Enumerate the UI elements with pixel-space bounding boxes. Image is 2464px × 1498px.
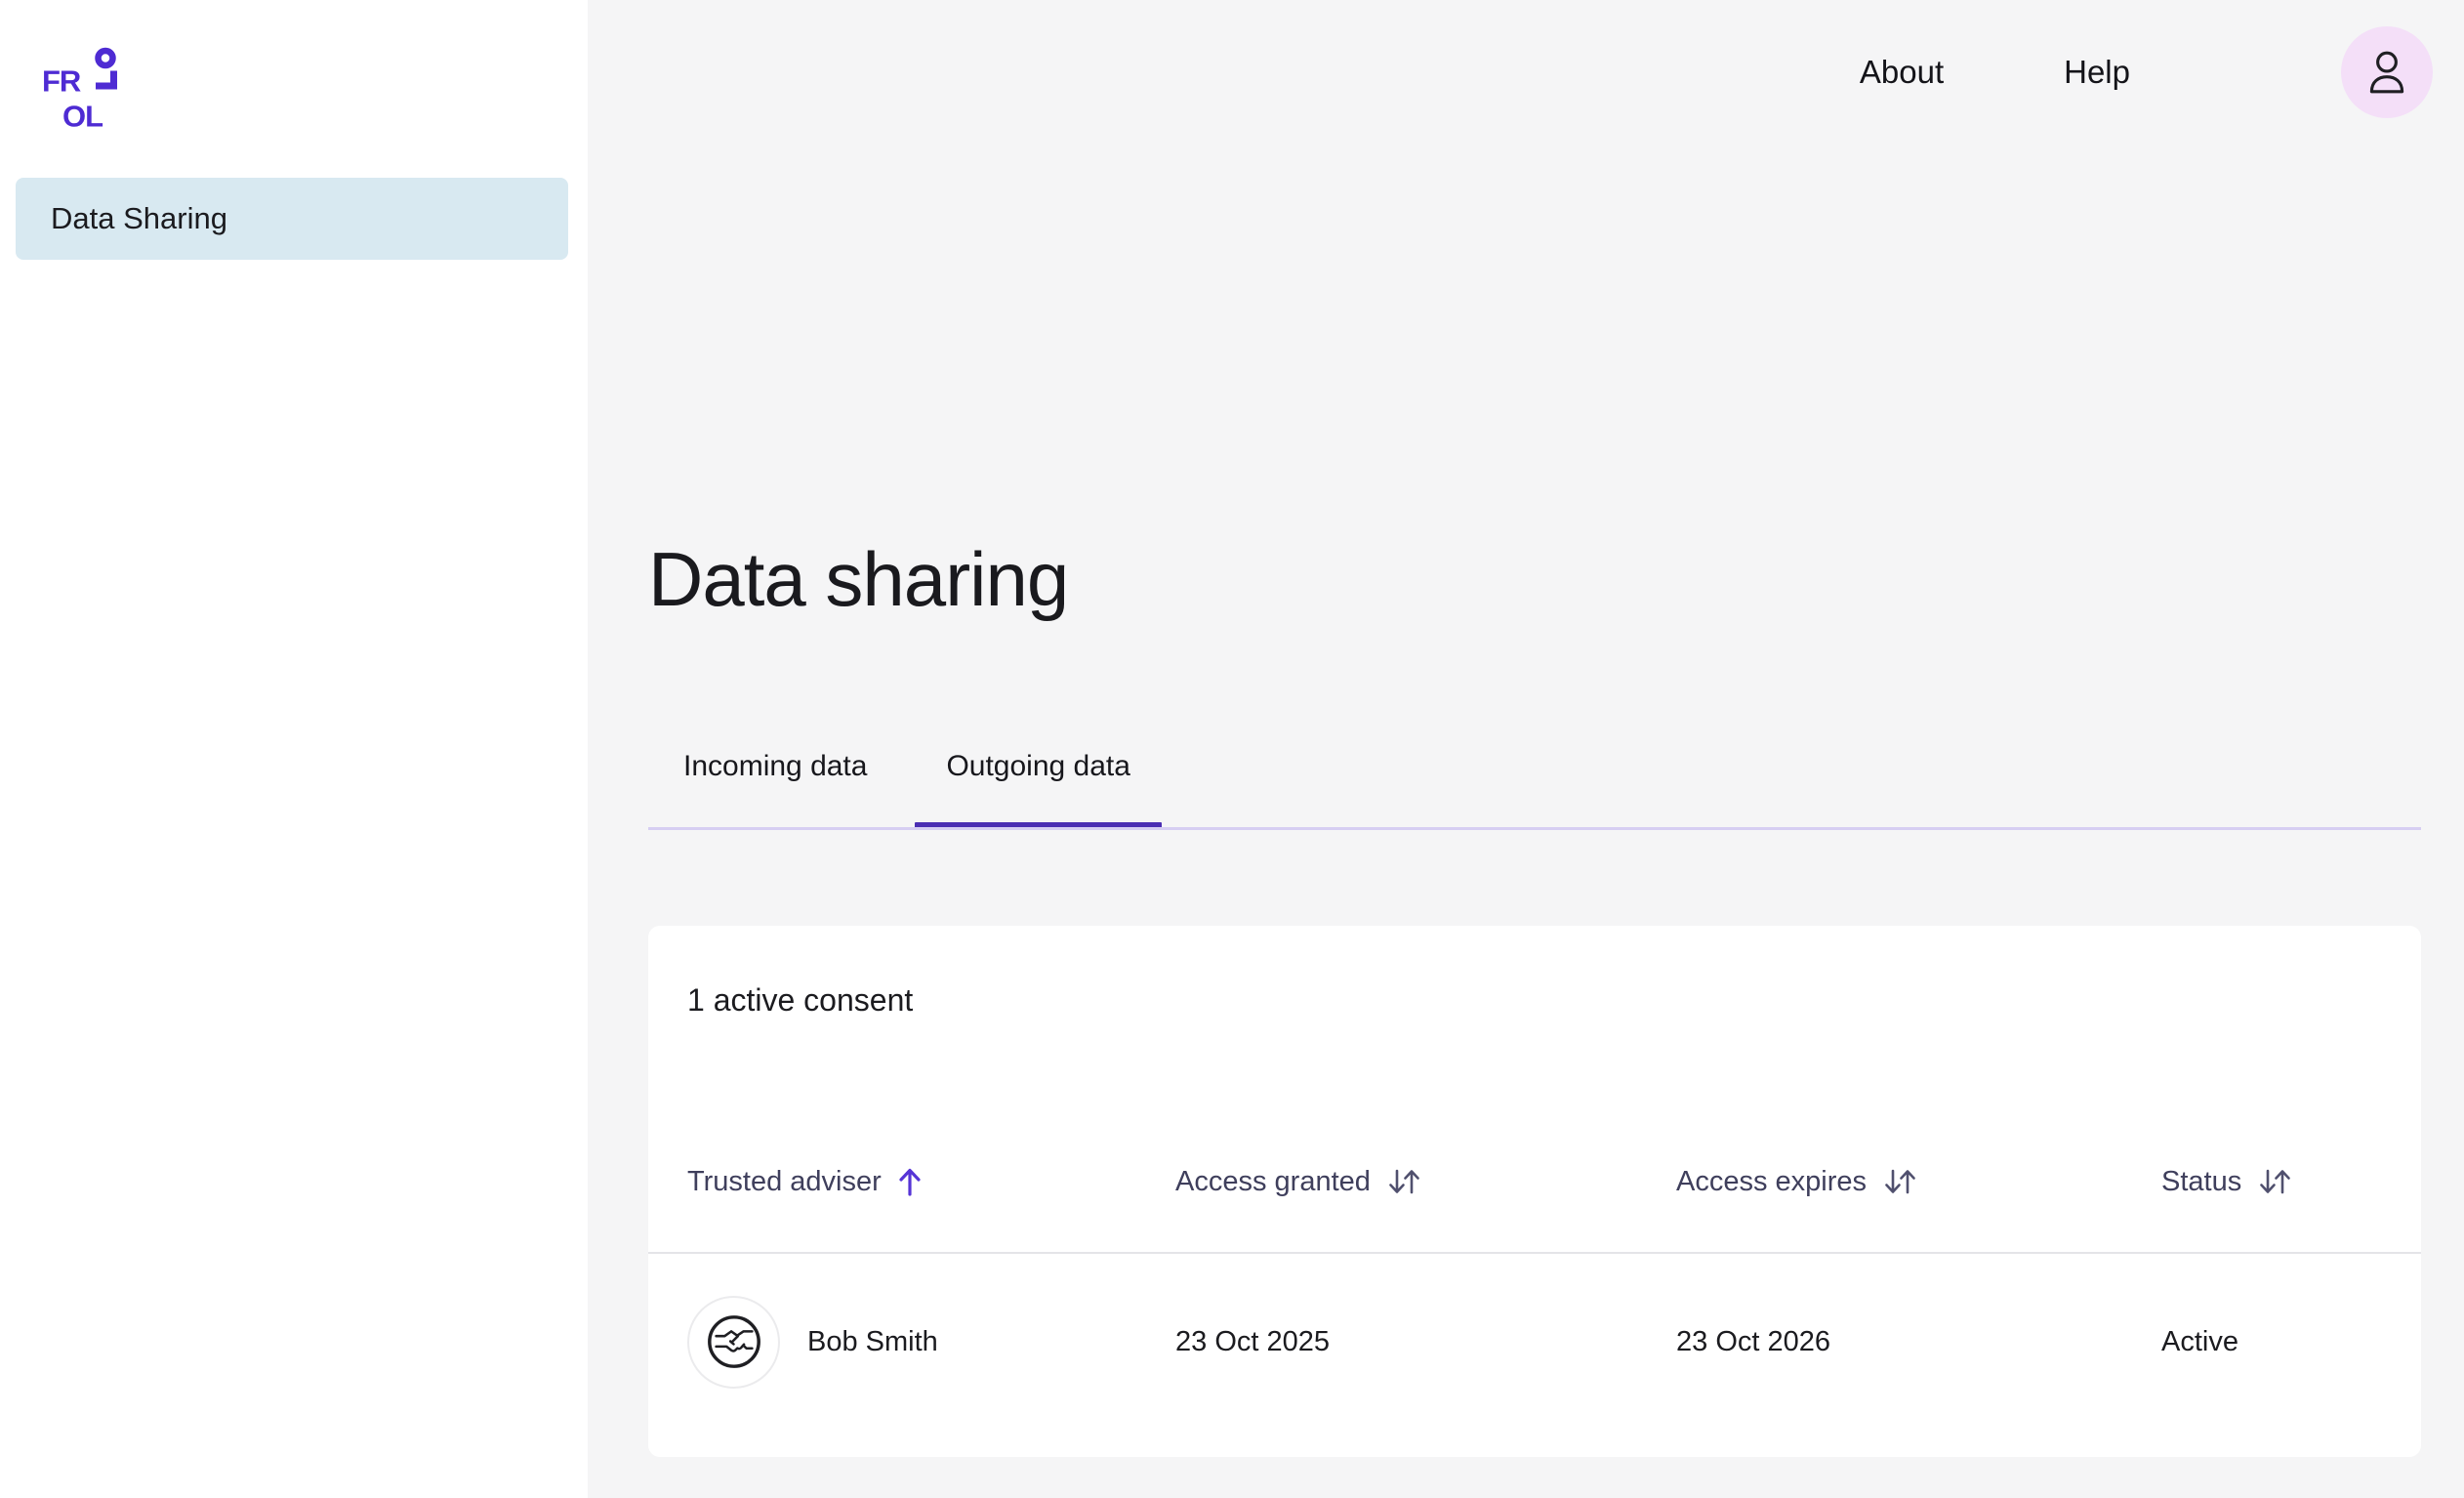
person-icon	[2362, 47, 2411, 98]
adviser-cell: Bob Smith	[687, 1296, 1175, 1389]
column-label: Trusted adviser	[687, 1166, 882, 1198]
nav-link-help[interactable]: Help	[2064, 54, 2130, 91]
sort-arrow-up-icon	[897, 1165, 923, 1198]
column-header-access-granted[interactable]: Access granted	[1175, 1165, 1676, 1198]
access-expires-cell: 23 Oct 2026	[1676, 1326, 2161, 1358]
consents-card: 1 active consent Trusted adviser Access …	[648, 926, 2421, 1457]
profile-avatar-button[interactable]	[2341, 26, 2433, 118]
status-cell: Active	[2161, 1326, 2382, 1358]
column-header-trusted-adviser[interactable]: Trusted adviser	[687, 1165, 1175, 1198]
tab-outgoing-data[interactable]: Outgoing data	[915, 748, 1161, 829]
consents-summary: 1 active consent	[687, 982, 913, 1019]
column-header-access-expires[interactable]: Access expires	[1676, 1165, 2161, 1198]
handshake-icon	[704, 1311, 764, 1372]
table-header-row: Trusted adviser Access granted Access ex…	[687, 1165, 2382, 1198]
frollo-logo[interactable]: FR OL	[44, 43, 124, 129]
sort-arrows-up-down-icon	[2257, 1165, 2292, 1198]
logo-letters-ol: OL	[62, 100, 103, 130]
consent-table-row[interactable]: Bob Smith 23 Oct 2025 23 Oct 2026 Active	[687, 1295, 2382, 1389]
top-navigation: About Help	[1860, 0, 2464, 145]
column-header-status[interactable]: Status	[2161, 1165, 2382, 1198]
tab-incoming-data[interactable]: Incoming data	[648, 748, 902, 829]
sidebar-item-data-sharing[interactable]: Data Sharing	[16, 178, 568, 260]
column-label: Status	[2161, 1166, 2241, 1198]
logo-letter-o	[99, 51, 113, 65]
sidebar: FR OL Data Sharing	[0, 0, 588, 1498]
table-header-separator	[648, 1252, 2421, 1254]
column-label: Access granted	[1175, 1166, 1371, 1198]
adviser-avatar	[687, 1296, 780, 1389]
access-granted-cell: 23 Oct 2025	[1175, 1326, 1676, 1358]
app-root: FR OL Data Sharing About Help	[0, 0, 2464, 1498]
tab-bar: Incoming data Outgoing data	[648, 748, 2421, 830]
nav-link-about[interactable]: About	[1860, 54, 1944, 91]
sort-arrows-up-down-icon	[1882, 1165, 1917, 1198]
logo-letters-fr: FR	[44, 64, 81, 99]
page-title: Data sharing	[648, 535, 1068, 624]
frollo-logo-icon: FR OL	[44, 43, 124, 129]
sort-arrows-up-down-icon	[1386, 1165, 1421, 1198]
adviser-name: Bob Smith	[807, 1326, 938, 1358]
logo-letter-l-rotated	[96, 71, 117, 90]
sidebar-item-label: Data Sharing	[51, 201, 227, 236]
main-content: About Help Data sharing Incoming data Ou…	[588, 0, 2464, 1498]
tab-bar-divider	[648, 827, 2421, 830]
column-label: Access expires	[1676, 1166, 1867, 1198]
sidebar-nav: Data Sharing	[16, 178, 568, 260]
